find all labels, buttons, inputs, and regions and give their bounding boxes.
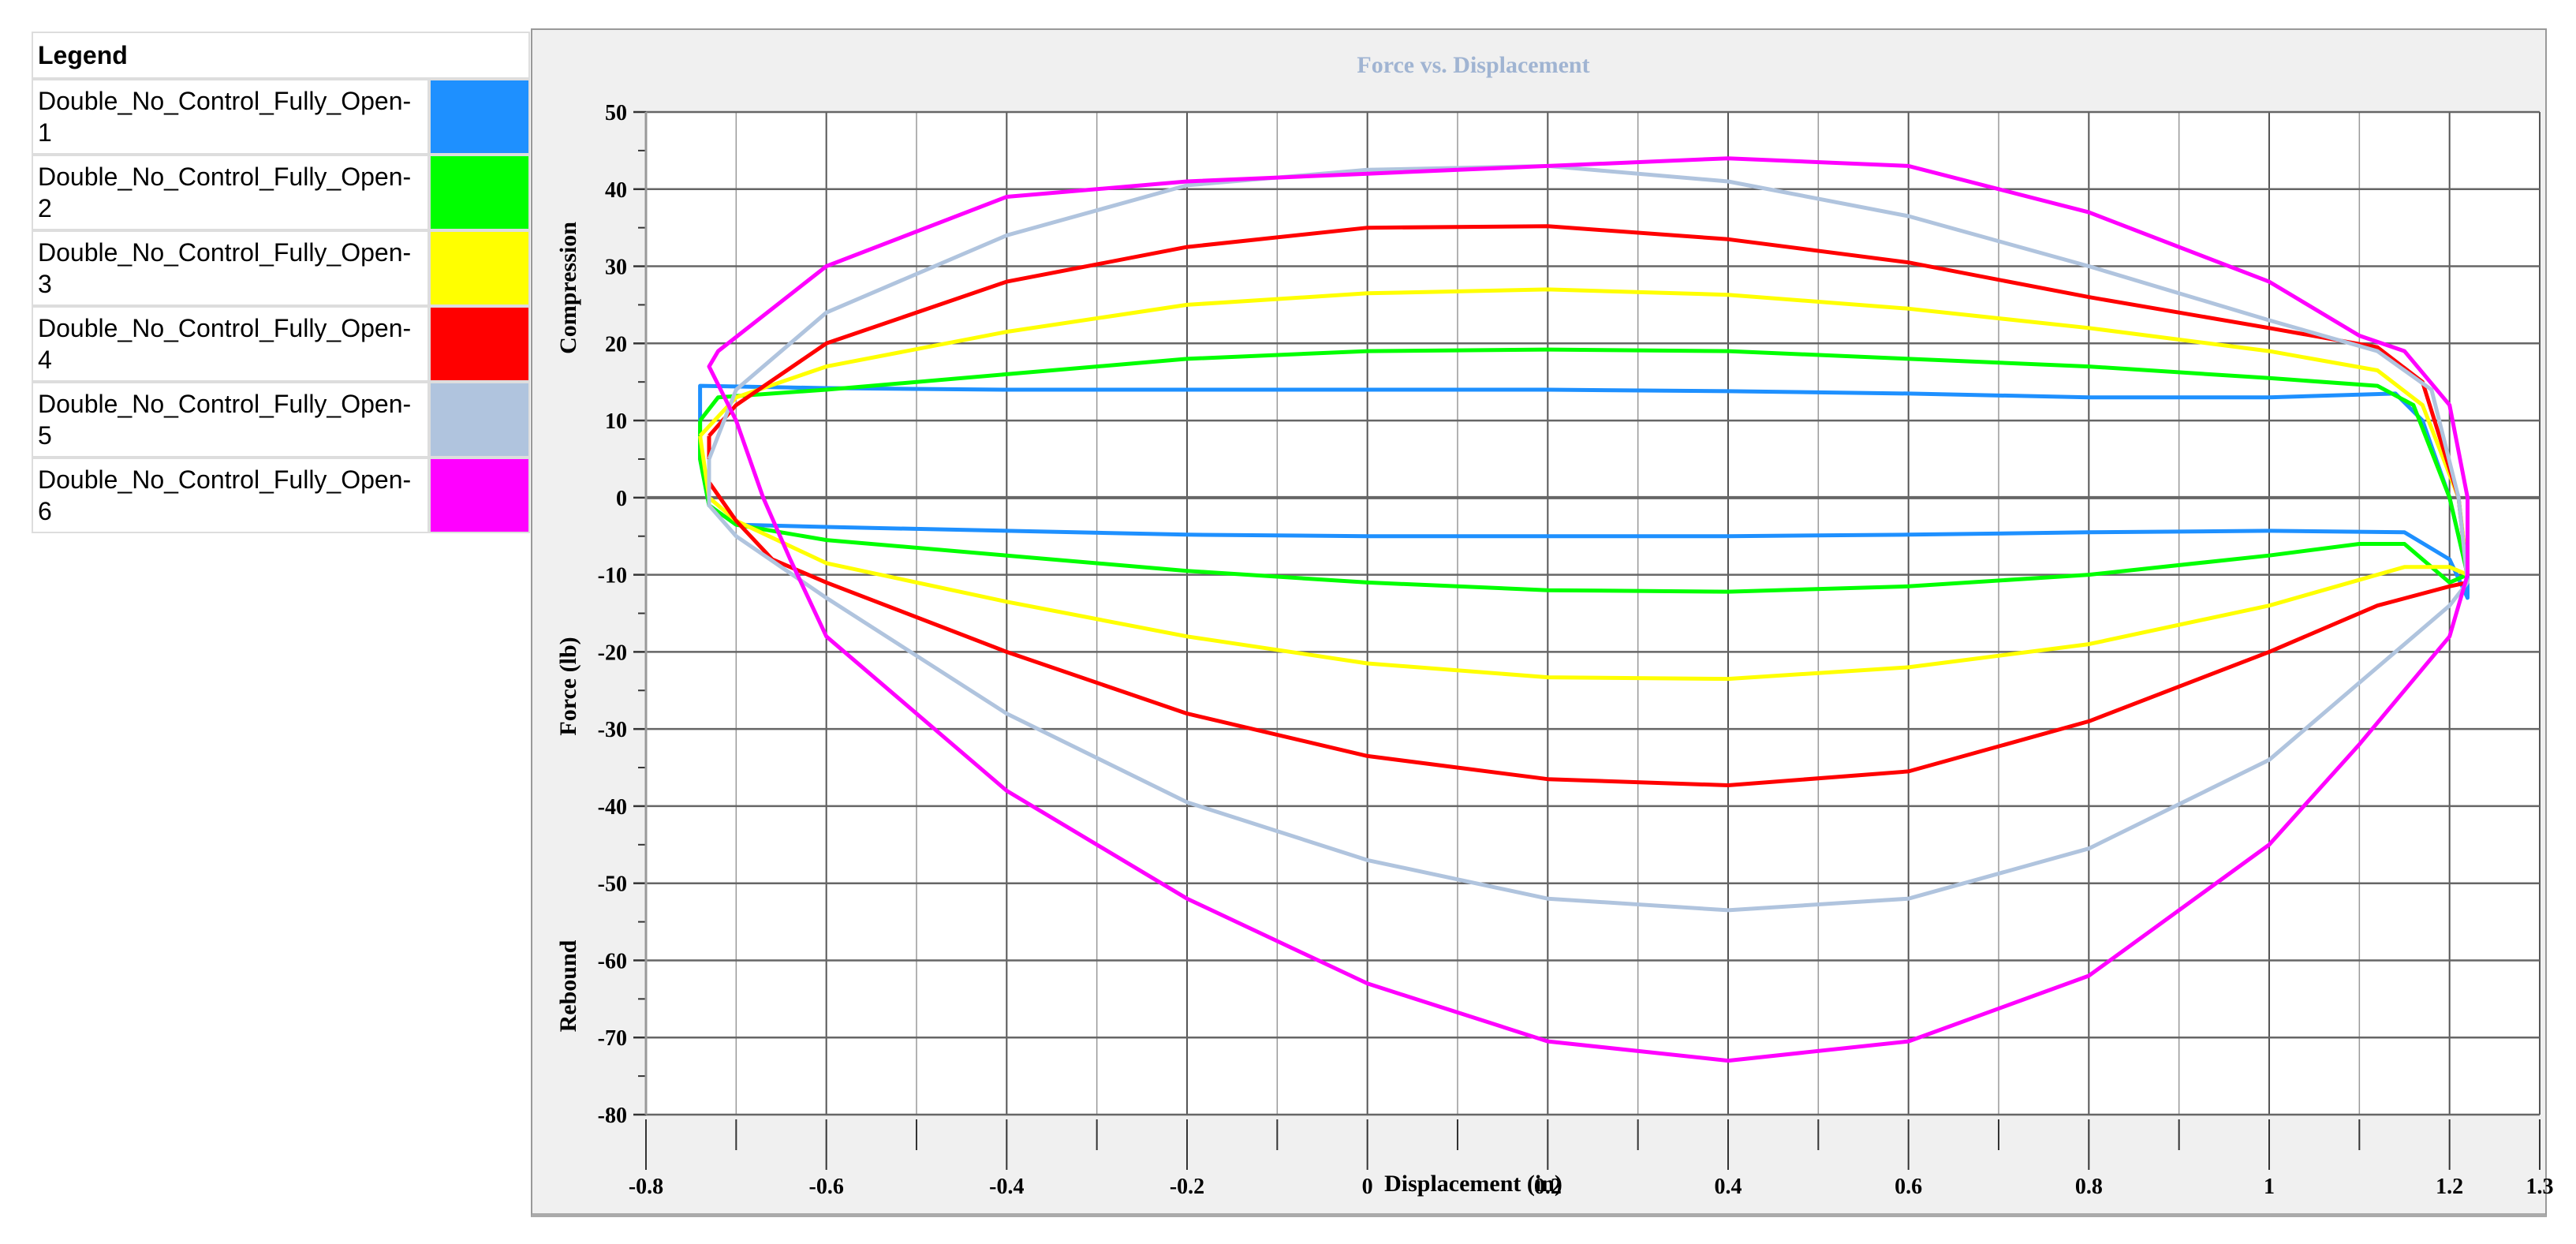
x-tick-label: -0.4 xyxy=(989,1175,1024,1199)
x-axis-label: Displacement (in) xyxy=(1384,1171,1562,1197)
y-tick-label: 30 xyxy=(605,256,627,280)
chart: Force vs. Displacement -80 -70 -60 -50 -40 -3… xyxy=(555,52,2554,1199)
x-tick-label: 1.3 xyxy=(2526,1175,2554,1199)
x-tick-label: 1 xyxy=(2264,1175,2275,1199)
y-tick-label: 40 xyxy=(605,178,627,203)
x-tick-label: 0.8 xyxy=(2075,1175,2103,1199)
y-tick-label: -50 xyxy=(598,872,627,897)
y-tick-label: 50 xyxy=(605,101,627,125)
x-tick-label: -0.2 xyxy=(1170,1175,1204,1199)
y-tick-label: -40 xyxy=(598,795,627,820)
chart-title: Force vs. Displacement xyxy=(1357,52,1589,78)
y-tick-label: -20 xyxy=(598,641,627,665)
x-tick-label: -0.8 xyxy=(629,1175,663,1199)
x-tick-label: 1.2 xyxy=(2436,1175,2463,1199)
x-tick-label: 0 xyxy=(1362,1175,1373,1199)
y-axis-label-compression: Compression xyxy=(555,222,581,354)
x-tick-label: 0.4 xyxy=(1715,1175,1742,1199)
y-tick-label: 20 xyxy=(605,332,627,357)
y-tick-label: 0 xyxy=(616,487,627,511)
y-tick-label: -30 xyxy=(598,718,627,742)
y-tick-label: -60 xyxy=(598,949,627,973)
x-tick-label: -0.6 xyxy=(809,1175,844,1199)
y-axis-label-rebound: Rebound xyxy=(555,940,581,1032)
y-axis-label: Force (lb) xyxy=(555,637,581,735)
y-tick-label: -70 xyxy=(598,1026,627,1051)
x-tick-label: 0.6 xyxy=(1895,1175,1922,1199)
y-tick-label: 10 xyxy=(605,409,627,434)
y-tick-label: -80 xyxy=(598,1104,627,1128)
y-tick-label: -10 xyxy=(598,564,627,588)
plot-area xyxy=(646,112,2540,1115)
